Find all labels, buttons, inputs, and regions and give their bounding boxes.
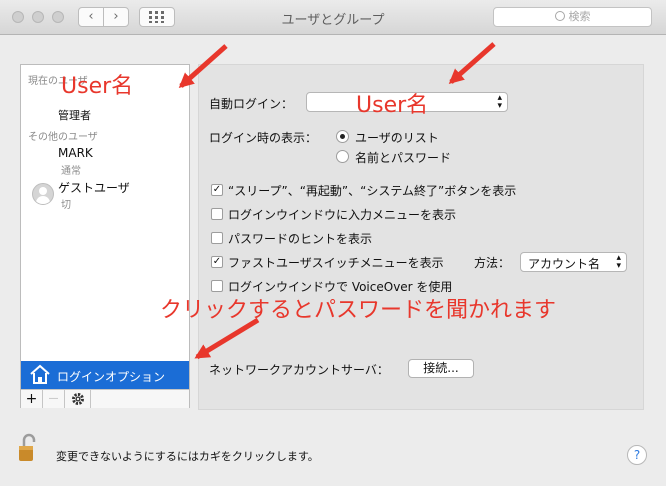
password-hint-label: パスワードのヒントを表示 [228,232,373,246]
network-server-label: ネットワークアカウントサーバ： [209,363,389,377]
method-value: アカウント名 [528,257,601,271]
sidebar-toolbar: + — [21,389,189,408]
login-display-label: ログイン時の表示： [209,131,318,145]
method-label: 方法： [474,256,511,270]
user-list-radio-label: ユーザのリスト [355,131,439,145]
remove-user-button[interactable]: — [43,390,65,408]
help-button[interactable]: ? [627,445,647,465]
other-user-role: 通常 [61,166,81,177]
name-password-radio[interactable] [336,150,349,163]
guest-avatar-icon [32,183,54,205]
user-list-radio[interactable] [336,130,349,143]
search-icon [554,11,565,21]
auto-login-label: 自動ログイン： [209,97,294,111]
current-user-role: 管理者 [58,109,91,122]
voiceover-checkbox[interactable] [211,280,223,292]
guest-user-name[interactable]: ゲストユーザ [58,179,130,196]
login-options-label: ログインオプション [57,370,166,384]
gear-icon [71,393,84,405]
show-power-buttons-label: “スリープ”、“再起動”、“システム終了”ボタンを表示 [228,184,517,198]
input-menu-label: ログインウインドウに入力メニューを表示 [228,208,457,222]
show-power-buttons-checkbox[interactable]: ✓ [211,184,223,196]
join-button[interactable]: 接続... [408,359,474,378]
add-user-button[interactable]: + [21,390,43,408]
lock-icon[interactable] [18,432,38,464]
click-annotation: クリックするとパスワードを聞かれます [160,298,557,323]
username-annotation-left: User名 [61,74,134,99]
chevron-updown-icon: ▴ ▾ [497,93,502,111]
search-field[interactable]: 検索 [493,7,652,27]
guest-user-status: 切 [61,200,71,211]
chevron-updown-icon: ▴ ▾ [616,253,621,271]
user-list-sidebar: 現在のユーザ 管理者 その他のユーザ MARK 通常 ゲストユーザ 切 ログイン… [20,64,190,408]
search-placeholder: 検索 [568,10,591,23]
fast-user-switch-label: ファストユーザスイッチメニューを表示 [228,256,444,270]
title-bar: ‹ › ユーザとグループ 検索 [0,0,666,35]
other-user-name[interactable]: MARK [58,148,93,157]
fast-user-switch-checkbox[interactable]: ✓ [211,256,223,268]
house-icon [30,364,50,384]
lock-text: 変更できないようにするにはカギをクリックします。 [56,450,319,463]
input-menu-checkbox[interactable] [211,208,223,220]
other-users-header: その他のユーザ [28,132,98,143]
name-password-radio-label: 名前とパスワード [355,151,452,165]
password-hint-checkbox[interactable] [211,232,223,244]
username-annotation-right: User名 [356,93,429,118]
login-options-item[interactable]: ログインオプション [21,361,189,389]
method-popup[interactable]: アカウント名 ▴ ▾ [520,252,627,272]
action-menu-button[interactable] [65,390,91,408]
